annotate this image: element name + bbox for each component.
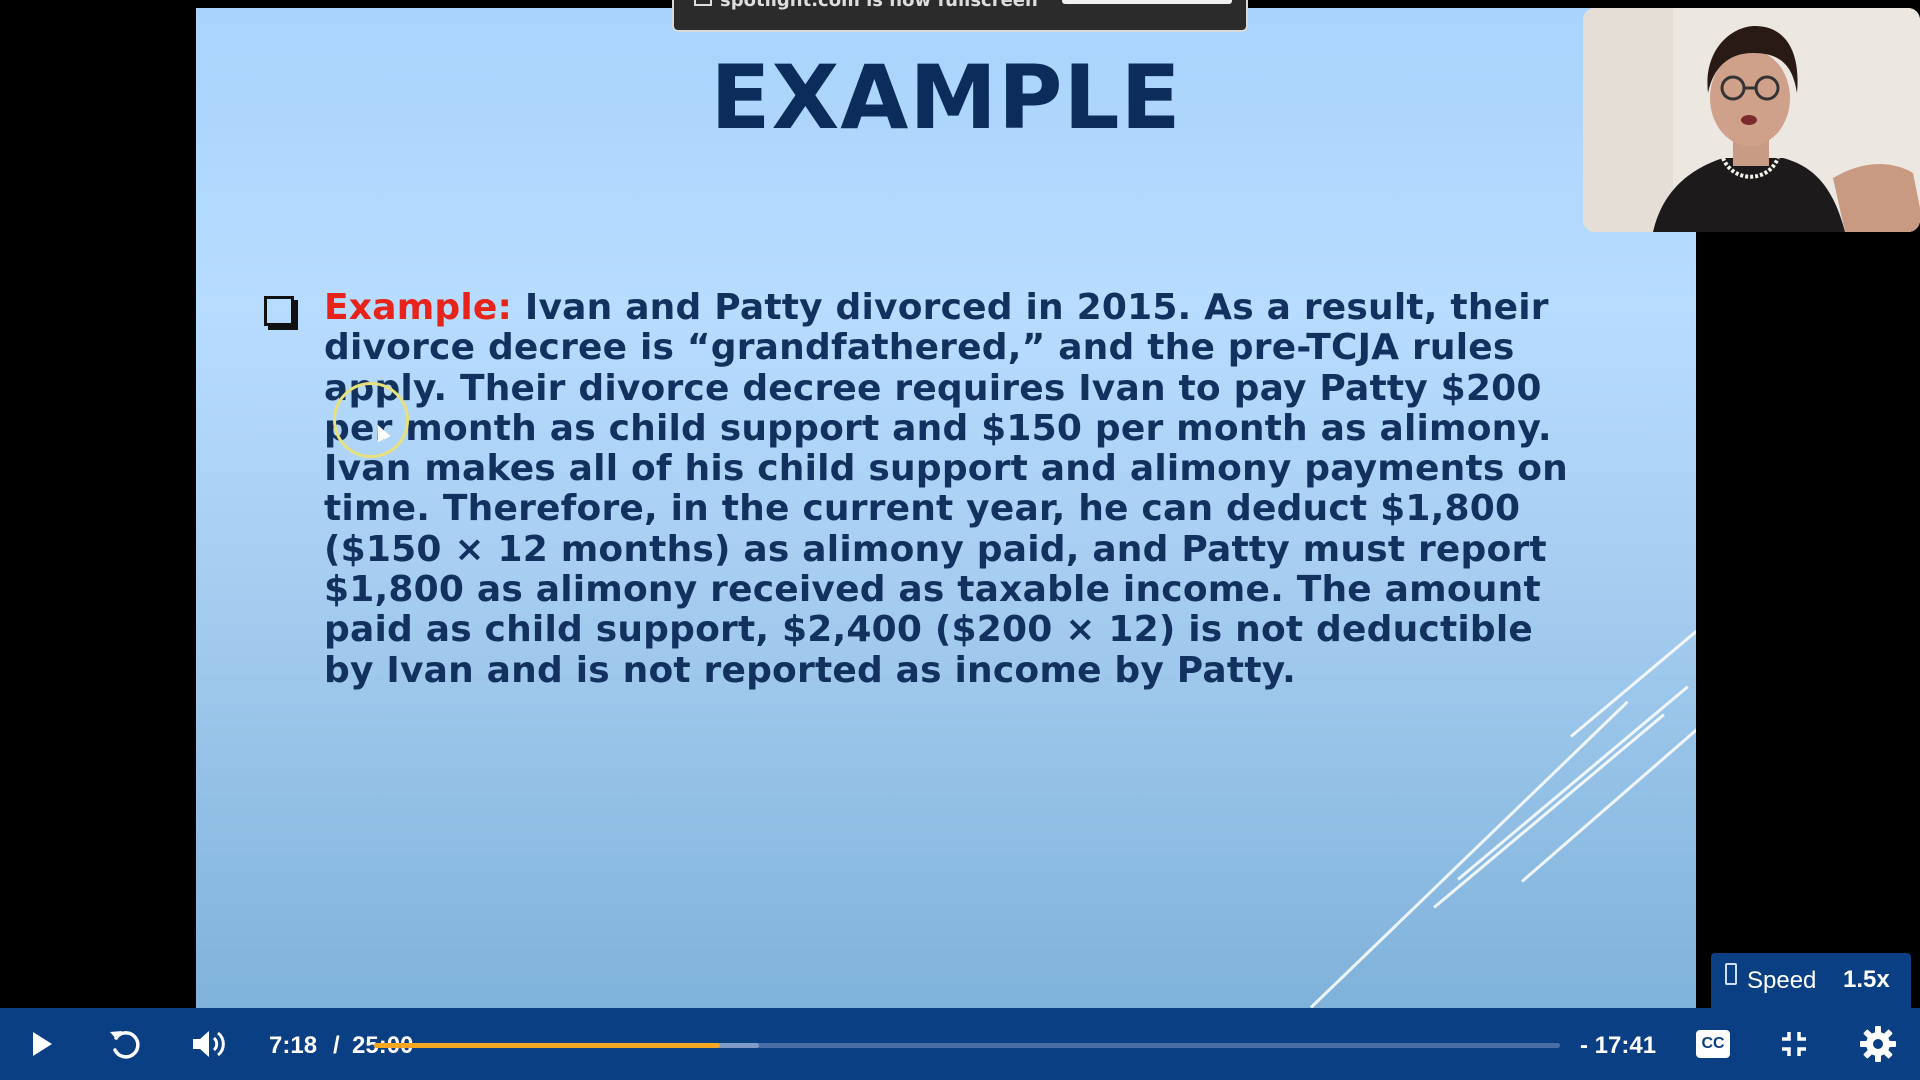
play-button[interactable] <box>22 1024 62 1064</box>
slide-title: EXAMPLE <box>710 46 1182 149</box>
notice-button[interactable] <box>1062 0 1232 4</box>
speed-icon <box>1725 963 1737 985</box>
settings-icon <box>1860 1026 1896 1062</box>
speed-value: 1.5x <box>1843 966 1890 993</box>
bullet-checkbox-icon <box>264 296 294 326</box>
current-time: 7:18 <box>269 1032 318 1059</box>
progress-bar[interactable] <box>374 1043 1560 1048</box>
fullscreen-notice-text: spotlight.com is now fullscreen <box>720 0 1038 11</box>
volume-button[interactable] <box>189 1024 229 1064</box>
progress-played <box>374 1043 721 1048</box>
time-separator: / <box>333 1032 340 1059</box>
video-stage[interactable]: EXAMPLE Example: Ivan and Patty divorced… <box>0 0 1920 1008</box>
exit-fullscreen-icon <box>1782 1032 1806 1056</box>
playback-speed-button[interactable]: Speed 1.5x <box>1711 953 1911 1008</box>
cc-icon: CC <box>1696 1030 1730 1058</box>
decor-line <box>1433 713 1665 909</box>
presentation-slide: EXAMPLE Example: Ivan and Patty divorced… <box>196 8 1696 1008</box>
exit-fullscreen-button[interactable] <box>1774 1024 1814 1064</box>
play-icon <box>33 1032 52 1056</box>
presenter-video-icon <box>1583 8 1920 232</box>
remaining-time: - 17:41 <box>1580 1032 1657 1059</box>
decor-line <box>1457 685 1689 881</box>
screen-share-icon <box>694 0 712 6</box>
replay-icon <box>110 1031 140 1059</box>
example-label: Example: <box>324 287 513 328</box>
speed-label: Speed <box>1747 967 1817 994</box>
captions-button[interactable]: CC <box>1691 1024 1735 1064</box>
presenter-webcam <box>1583 8 1920 232</box>
example-paragraph: Example: Ivan and Patty divorced in 2015… <box>324 287 1594 691</box>
example-body: Ivan and Patty divorced in 2015. As a re… <box>324 287 1568 691</box>
decor-line <box>1521 703 1696 883</box>
volume-icon <box>193 1031 225 1057</box>
decor-line <box>1309 700 1629 1008</box>
cursor-highlight-ring <box>333 382 409 458</box>
settings-button[interactable] <box>1858 1024 1898 1064</box>
player-control-bar: 7:18 / 25:00 - 17:41 CC <box>0 1008 1920 1080</box>
fullscreen-notice: spotlight.com is now fullscreen <box>672 0 1248 32</box>
replay-button[interactable] <box>105 1024 145 1064</box>
